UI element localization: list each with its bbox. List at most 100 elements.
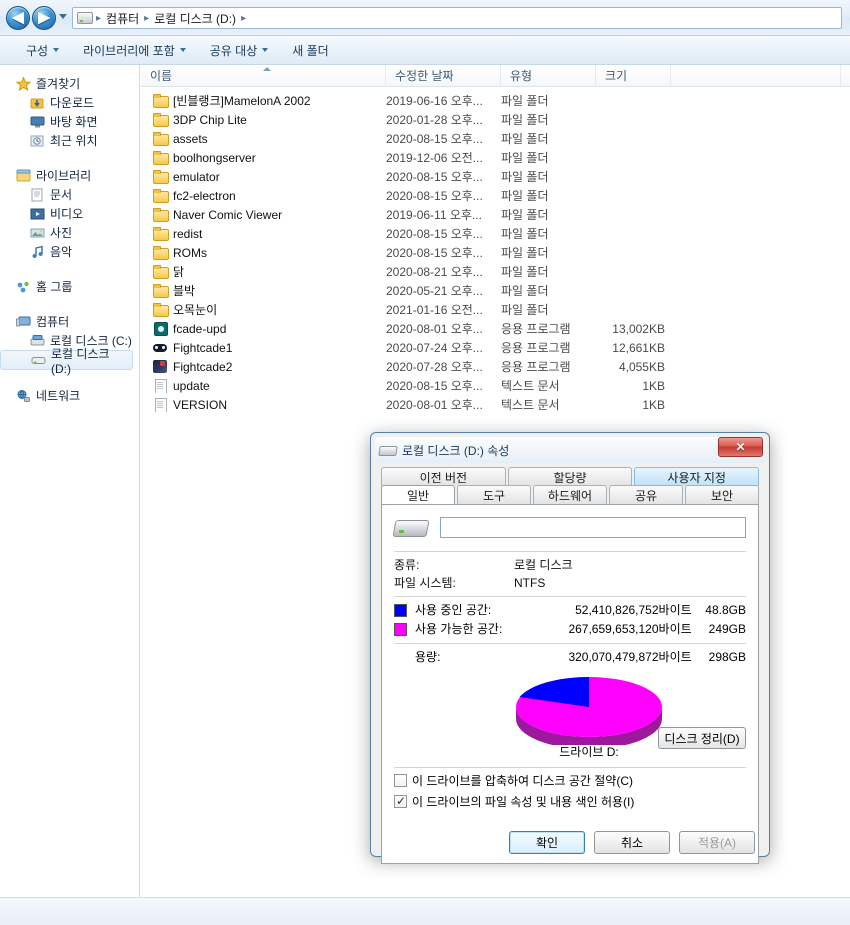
column-header-name[interactable]: 이름 (141, 65, 386, 86)
sidebar-item-videos[interactable]: 비디오 (0, 204, 139, 223)
breadcrumb-separator: ▸ (144, 12, 150, 24)
file-type-cell: 파일 폴더 (501, 132, 549, 146)
toolbar-item-share-with[interactable]: 공유 대상 (198, 38, 281, 63)
table-row[interactable]: boolhongserver 2019-12-06 오전... 파일 폴더 (141, 148, 850, 167)
table-row[interactable]: Naver Comic Viewer 2019-06-11 오후... 파일 폴더 (141, 205, 850, 224)
toolbar-item-include-in-library[interactable]: 라이브러리에 포함 (71, 38, 198, 63)
table-row[interactable]: 오목눈이 2021-01-16 오전... 파일 폴더 (141, 300, 850, 319)
tab-label: 이전 버전 (419, 470, 468, 485)
disk-cleanup-button[interactable]: 디스크 정리(D) (658, 727, 746, 749)
column-label: 이름 (150, 69, 173, 83)
sidebar-label: 비디오 (50, 207, 84, 221)
index-contents-checkbox-row[interactable]: 이 드라이브의 파일 속성 및 내용 색인 허용(I) (394, 793, 746, 810)
sidebar-item-music[interactable]: 음악 (0, 242, 139, 261)
table-row[interactable]: [빈블랭크]MamelonA 2002 2019-06-16 오후... 파일 폴더 (141, 91, 850, 110)
file-name-label: Naver Comic Viewer (173, 207, 283, 222)
sidebar-item-network[interactable]: 네트워크 (0, 386, 139, 405)
file-date-cell: 2020-08-15 오후... (386, 227, 483, 241)
toolbar-label: 새 폴더 (292, 43, 329, 58)
file-name-label: [빈블랭크]MamelonA 2002 (173, 94, 311, 108)
dialog-title-bar[interactable]: 로컬 디스크 (D:) 속성 ✕ (375, 437, 765, 463)
file-name-label: update (173, 378, 210, 393)
tab-quota[interactable]: 할당량 (507, 467, 633, 486)
table-row[interactable]: 블박 2020-05-21 오후... 파일 폴더 (141, 281, 850, 300)
command-toolbar: 구성 라이브러리에 포함 공유 대상 새 폴더 (0, 36, 850, 65)
address-bar[interactable]: ▸ 컴퓨터 ▸ 로컬 디스크 (D:) ▸ (72, 7, 842, 29)
table-row[interactable]: assets 2020-08-15 오후... 파일 폴더 (141, 129, 850, 148)
file-type-cell: 파일 폴더 (501, 113, 549, 127)
breadcrumb-local-disk-d[interactable]: 로컬 디스크 (D:) (152, 10, 238, 27)
table-row[interactable]: Fightcade2 2020-07-28 오후... 응용 프로그램 4,055KB (141, 357, 850, 376)
table-row[interactable]: Fightcade1 2020-07-24 오후... 응용 프로그램 12,661K… (141, 338, 850, 357)
free-space-gb: 249GB (708, 622, 746, 636)
tab-security[interactable]: 보안 (685, 485, 759, 504)
index-contents-checkbox[interactable] (394, 794, 407, 808)
sidebar-item-local-disk-d[interactable]: 로컬 디스크 (D:) (0, 347, 133, 376)
table-row[interactable]: emulator 2020-08-15 오후... 파일 폴더 (141, 167, 850, 186)
tab-general[interactable]: 일반 (381, 485, 455, 504)
apply-button[interactable]: 적용(A) (679, 831, 755, 854)
breadcrumb-computer[interactable]: 컴퓨터 (104, 10, 141, 27)
table-row[interactable]: fc2-electron 2020-08-15 오후... 파일 폴더 (141, 186, 850, 205)
tab-previous-versions[interactable]: 이전 버전 (381, 467, 506, 486)
folder-icon (153, 132, 169, 146)
ok-button[interactable]: 확인 (509, 831, 585, 854)
recent-icon (30, 134, 45, 148)
file-name-label: emulator (173, 169, 220, 184)
tab-label: 일반 (406, 488, 430, 503)
volume-label-input[interactable] (440, 516, 746, 538)
sidebar-item-favorites[interactable]: 즐겨찾기 (0, 74, 139, 93)
tab-tools[interactable]: 도구 (457, 485, 531, 504)
toolbar-label: 구성 (26, 43, 49, 58)
disk-properties-dialog: 로컬 디스크 (D:) 속성 ✕ 이전 버전 할당량 사용자 지정 일반 도구 … (370, 432, 770, 864)
file-type-cell: 파일 폴더 (501, 151, 549, 165)
sidebar-item-desktop[interactable]: 바탕 화면 (0, 112, 139, 131)
compress-drive-checkbox[interactable] (394, 774, 407, 787)
column-header-date-modified[interactable]: 수정한 날짜 (386, 65, 501, 86)
info-key: 파일 시스템: (394, 576, 456, 590)
table-row[interactable]: fcade-upd 2020-08-01 오후... 응용 프로그램 13,002KB (141, 319, 850, 338)
sidebar-item-homegroup[interactable]: 홈 그룹 (0, 277, 139, 296)
divider (394, 551, 746, 552)
file-name-label: redist (173, 226, 203, 241)
table-row[interactable]: VERSION 2020-08-01 오후... 텍스트 문서 1KB (141, 395, 850, 414)
checkbox-label: 이 드라이브를 압축하여 디스크 공간 절약(C) (412, 774, 634, 788)
info-value: 로컬 디스크 (514, 558, 573, 572)
back-button[interactable]: ◀ (6, 6, 30, 30)
star-icon (15, 75, 32, 91)
close-icon[interactable]: ✕ (718, 437, 763, 457)
sidebar-item-pictures[interactable]: 사진 (0, 223, 139, 242)
tab-sharing[interactable]: 공유 (609, 485, 683, 504)
table-row[interactable]: redist 2020-08-15 오후... 파일 폴더 (141, 224, 850, 243)
forward-button[interactable]: ▶ (32, 6, 56, 30)
table-row[interactable]: 닭 2020-08-21 오후... 파일 폴더 (141, 262, 850, 281)
recent-pages-dropdown-icon[interactable] (59, 14, 67, 19)
cancel-button[interactable]: 취소 (594, 831, 670, 854)
drive-icon (77, 12, 93, 24)
text-document-icon (153, 379, 167, 393)
column-header-size[interactable]: 크기 (596, 65, 671, 86)
sidebar-item-downloads[interactable]: 다운로드 (0, 93, 139, 112)
table-row[interactable]: 3DP Chip Lite 2020-01-28 오후... 파일 폴더 (141, 110, 850, 129)
column-label: 수정한 날짜 (395, 69, 454, 83)
tab-customize[interactable]: 사용자 지정 (634, 467, 760, 486)
compress-drive-checkbox-row[interactable]: 이 드라이브를 압축하여 디스크 공간 절약(C) (394, 772, 746, 789)
file-date-cell: 2020-08-15 오후... (386, 132, 483, 146)
documents-icon (30, 188, 45, 202)
sidebar-item-libraries[interactable]: 라이브러리 (0, 166, 139, 185)
file-name-label: assets (173, 131, 208, 146)
toolbar-item-organize[interactable]: 구성 (14, 38, 71, 63)
file-date-cell: 2020-01-28 오후... (386, 113, 483, 127)
toolbar-item-new-folder[interactable]: 새 폴더 (280, 38, 340, 63)
file-name-cell: 닭 (141, 263, 386, 280)
sidebar-item-documents[interactable]: 문서 (0, 185, 139, 204)
sidebar-item-computer[interactable]: 컴퓨터 (0, 312, 139, 331)
tab-hardware[interactable]: 하드웨어 (533, 485, 607, 504)
table-row[interactable]: ROMs 2020-08-15 오후... 파일 폴더 (141, 243, 850, 262)
sidebar-label: 음악 (50, 245, 73, 259)
table-row[interactable]: update 2020-08-15 오후... 텍스트 문서 1KB (141, 376, 850, 395)
column-header-type[interactable]: 유형 (501, 65, 596, 86)
sidebar-item-recent-places[interactable]: 최근 위치 (0, 131, 139, 150)
drive-icon (394, 515, 428, 539)
